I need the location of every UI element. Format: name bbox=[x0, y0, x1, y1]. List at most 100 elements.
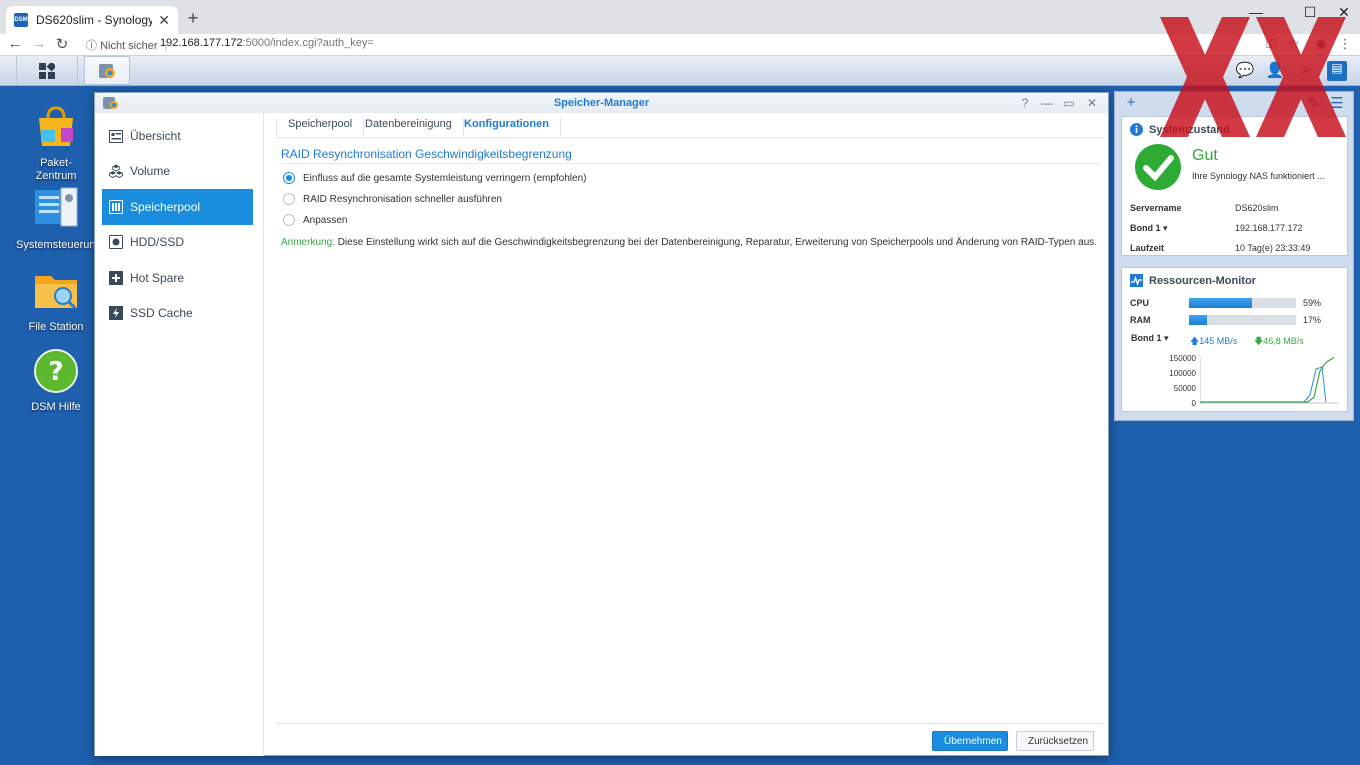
file-station-folder-icon bbox=[35, 276, 77, 310]
back-arrow-icon[interactable]: ← bbox=[6, 35, 24, 52]
cpu-label: CPU bbox=[1130, 298, 1150, 308]
note-body: Diese Einstellung wirkt sich auf die Ges… bbox=[334, 237, 1098, 248]
radio-label: RAID Resynchronisation schneller ausführ… bbox=[303, 193, 502, 205]
sidebar-item-overview[interactable]: Übersicht bbox=[102, 118, 253, 154]
close-window-icon[interactable]: ✕ bbox=[1334, 4, 1354, 21]
minimize-window-icon[interactable]: — bbox=[1246, 4, 1266, 20]
browser-tabstrip: DSM DS620slim - Synology NAS ✕ + — ☐ ✕ bbox=[0, 0, 1360, 34]
tab-storage-pool[interactable]: Speicherpool bbox=[276, 118, 365, 136]
sidebar-item-label: HDD/SSD bbox=[130, 235, 185, 249]
sidebar-item-storage-pool[interactable]: Speicherpool bbox=[102, 189, 253, 225]
sidebar-item-label: Volume bbox=[130, 164, 171, 178]
apply-button[interactable]: Übernehmen bbox=[932, 731, 1008, 751]
radio-button-selected[interactable] bbox=[283, 172, 295, 184]
pin-widget-icon[interactable]: ✎ bbox=[1305, 94, 1321, 112]
search-icon[interactable]: ⌕ bbox=[1296, 61, 1316, 81]
ram-percent: 17% bbox=[1303, 315, 1322, 325]
storage-pool-icon bbox=[109, 200, 123, 214]
package-center-icon bbox=[39, 106, 73, 146]
content-tabs: Speicherpool Datenbereinigung Konfigurat… bbox=[276, 113, 1102, 138]
desktop-icon-package-center[interactable]: Paket- Zentrum bbox=[16, 104, 96, 183]
upload-arrow-icon: 🡅 bbox=[1190, 336, 1200, 346]
new-tab-icon[interactable]: + bbox=[184, 8, 202, 29]
ram-usage-bar bbox=[1189, 315, 1296, 325]
sidebar-item-label: Hot Spare bbox=[130, 271, 185, 285]
note-text: Anmerkung: Diese Einstellung wirkt sich … bbox=[281, 237, 1097, 248]
cpu-usage-bar bbox=[1189, 298, 1296, 308]
storage-manager-window: Speicher-Manager ? — ▭ ✕ Übersicht Volum… bbox=[94, 92, 1109, 756]
info-icon bbox=[1130, 123, 1143, 136]
security-label: Nicht sicher bbox=[100, 40, 158, 52]
user-icon[interactable]: 👤 bbox=[1265, 61, 1285, 81]
ram-label: RAM bbox=[1130, 315, 1151, 325]
sidebar-item-ssd-cache[interactable]: SSD Cache bbox=[102, 295, 253, 331]
bond-network-dropdown[interactable]: Bond 1 ▾ bbox=[1131, 333, 1169, 344]
footer-divider bbox=[276, 723, 1102, 724]
bookmark-star-icon[interactable]: ☆ bbox=[1286, 36, 1302, 52]
browser-tab[interactable]: DSM DS620slim - Synology NAS ✕ bbox=[6, 6, 178, 34]
row-value: 192.168.177.172 bbox=[1235, 223, 1303, 233]
widget-title-text: Ressourcen-Monitor bbox=[1149, 274, 1256, 287]
profile-icon[interactable]: ◉ bbox=[1313, 36, 1329, 52]
desktop-icon-dsm-help[interactable]: ? DSM Hilfe bbox=[16, 348, 96, 414]
widgets-panel: + ✎ ☰ Systemzustand Gut Ihre Synology NA… bbox=[1114, 91, 1354, 421]
radio-option-custom[interactable]: Anpassen bbox=[283, 214, 347, 226]
window-titlebar[interactable]: Speicher-Manager ? — ▭ ✕ bbox=[95, 93, 1108, 113]
control-panel-icon bbox=[35, 187, 78, 227]
ram-usage-fill bbox=[1189, 315, 1208, 325]
radio-button[interactable] bbox=[283, 214, 295, 226]
maximize-icon[interactable]: ▭ bbox=[1062, 96, 1076, 110]
address-bar: ← → ↻ ⓘ Nicht sicher | 192.168.177.172:5… bbox=[0, 34, 1360, 56]
desktop-icon-label: DSM Hilfe bbox=[31, 401, 81, 413]
main-menu-button[interactable] bbox=[16, 56, 78, 85]
radio-option-faster-resync[interactable]: RAID Resynchronisation schneller ausführ… bbox=[283, 193, 502, 205]
reset-button[interactable]: Zurücksetzen bbox=[1016, 731, 1094, 751]
sidebar-item-hdd-ssd[interactable]: HDD/SSD bbox=[102, 224, 253, 260]
note-label: Anmerkung: bbox=[281, 237, 335, 248]
tab-title: DS620slim - Synology NAS bbox=[36, 13, 153, 27]
widget-menu-icon[interactable]: ☰ bbox=[1329, 94, 1345, 112]
tab-configurations[interactable]: Konfigurationen bbox=[453, 118, 561, 136]
chart-y-axis: 150000 100000 50000 0 bbox=[1162, 354, 1196, 414]
desktop-icon-file-station[interactable]: File Station bbox=[16, 268, 96, 334]
close-icon[interactable]: ✕ bbox=[1085, 96, 1099, 110]
download-rate-text: 46,8 MB/s bbox=[1263, 336, 1304, 346]
help-icon[interactable]: ? bbox=[1018, 96, 1032, 110]
ssd-cache-bolt-icon bbox=[109, 306, 123, 320]
url-field[interactable]: 192.168.177.172:5000/index.cgi?auth_key= bbox=[160, 37, 374, 49]
section-title: RAID Resynchronisation Geschwindigkeitsb… bbox=[281, 147, 572, 161]
security-indicator[interactable]: ⓘ Nicht sicher | bbox=[86, 37, 167, 53]
upload-rate: 🡅145 MB/s bbox=[1190, 334, 1237, 350]
download-arrow-icon: 🡇 bbox=[1254, 336, 1264, 346]
reload-icon[interactable]: ↻ bbox=[53, 35, 71, 53]
radio-label: Einfluss auf die gesamte Systemleistung … bbox=[303, 172, 587, 184]
sidebar-item-volume[interactable]: Volume bbox=[102, 153, 253, 189]
notifications-chat-icon[interactable]: 💬 bbox=[1235, 61, 1255, 81]
browser-menu-icon[interactable]: ⋮ bbox=[1337, 36, 1353, 52]
y-tick: 150000 bbox=[1169, 354, 1196, 363]
sidebar-item-hot-spare[interactable]: Hot Spare bbox=[102, 260, 253, 296]
radio-option-reduce-impact[interactable]: Einfluss auf die gesamte Systemleistung … bbox=[283, 172, 586, 184]
tab-data-scrubbing[interactable]: Datenbereinigung bbox=[354, 118, 464, 136]
svg-text:?: ? bbox=[48, 357, 63, 387]
resource-monitor-widget: Ressourcen-Monitor CPU 59% RAM 17% Bond … bbox=[1121, 267, 1348, 412]
help-question-icon: ? bbox=[34, 349, 78, 393]
volume-cubes-icon bbox=[109, 164, 123, 178]
bond-dropdown[interactable]: Bond 1 ▾ bbox=[1130, 223, 1168, 234]
minimize-icon[interactable]: — bbox=[1040, 96, 1054, 110]
download-rate: 🡇46,8 MB/s bbox=[1254, 334, 1304, 350]
add-widget-icon[interactable]: + bbox=[1123, 94, 1139, 111]
status-text: Ihre Synology NAS funktioniert ... bbox=[1192, 171, 1325, 181]
sidebar-item-label: Übersicht bbox=[130, 129, 181, 143]
maximize-window-icon[interactable]: ☐ bbox=[1300, 4, 1320, 21]
sidebar: Übersicht Volume Speicherpool HDD/SSD Ho… bbox=[95, 113, 264, 756]
taskbar-storage-manager[interactable] bbox=[84, 56, 130, 85]
radio-button[interactable] bbox=[283, 193, 295, 205]
widgets-toolbar: + ✎ ☰ bbox=[1115, 92, 1353, 114]
forward-arrow-icon[interactable]: → bbox=[30, 35, 48, 52]
widget-title-text: Systemzustand bbox=[1149, 123, 1230, 136]
close-tab-icon[interactable]: ✕ bbox=[158, 12, 170, 29]
key-icon[interactable]: ⚿ bbox=[1263, 36, 1279, 52]
desktop-icon-control-panel[interactable]: Systemsteuerung bbox=[16, 186, 102, 252]
widgets-toggle-icon[interactable]: ▤ bbox=[1327, 61, 1347, 81]
